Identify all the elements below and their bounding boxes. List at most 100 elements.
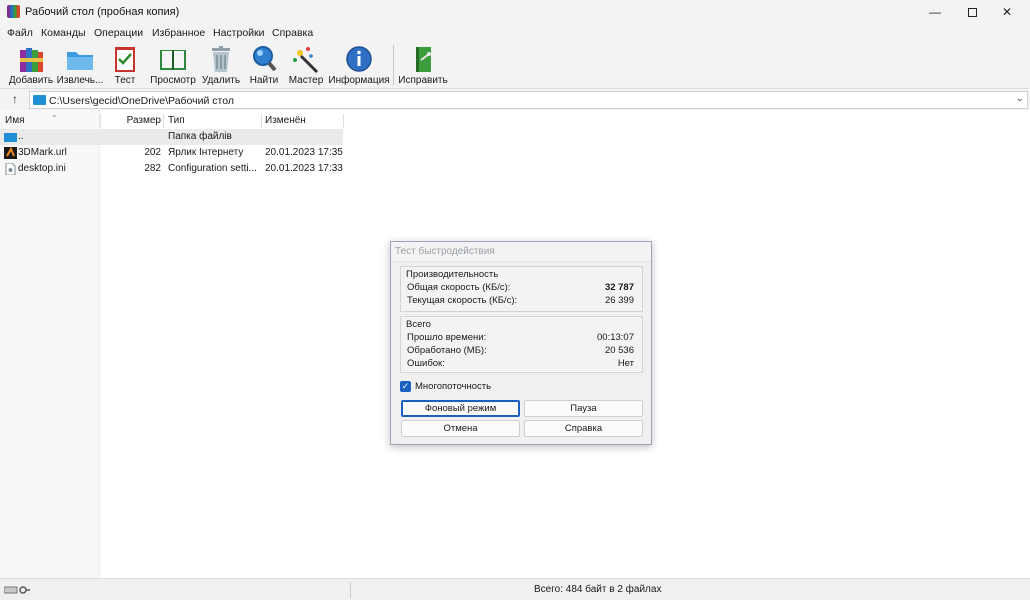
multithread-label: Многопоточность [415, 381, 492, 392]
sort-up-icon: ⌃ [51, 114, 58, 123]
column-header-name[interactable]: Имя ⌃ [5, 112, 99, 130]
close-button[interactable]: ✕ [984, 0, 1030, 24]
chevron-down-icon[interactable]: ⌄ [1016, 93, 1024, 104]
background-mode-button[interactable]: Фоновый режим [401, 400, 520, 417]
elapsed-value: 00:13:07 [597, 332, 634, 343]
test-label: Тест [114, 75, 136, 86]
elapsed-row: Прошло времени: 00:13:07 [407, 332, 640, 345]
overall-speed-value: 32 787 [604, 282, 634, 293]
status-bar: Всего: 484 байт в 2 файлах [0, 578, 1030, 600]
extract-label: Извлечь... [56, 75, 104, 86]
errors-label: Ошибок: [407, 358, 445, 369]
dialog-title: Тест быстродействия [395, 246, 495, 257]
help-button[interactable]: Справка [524, 420, 643, 437]
file-size: 282 [144, 163, 161, 174]
settings-file-icon [5, 163, 16, 175]
menu-bar: Файл Команды Операции Избранное Настройк… [0, 24, 1030, 41]
address-bar: ↑ C:\Users\gecid\OneDrive\Рабочий стол ⌄ [0, 89, 1030, 110]
find-label: Найти [249, 75, 279, 86]
overall-speed-label: Общая скорость (КБ/с): [407, 282, 511, 293]
info-label: Информация [328, 75, 390, 86]
delete-label: Удалить [201, 75, 241, 86]
file-type: Папка файлів [168, 131, 232, 142]
file-modified: 20.01.2023 17:35 [265, 147, 343, 158]
title-bar: Рабочий стол (пробная копия) — ✕ [0, 0, 1030, 24]
menu-commands[interactable]: Команды [41, 27, 86, 39]
up-folder-button[interactable]: ↑ [6, 91, 24, 108]
books-stack-icon [20, 48, 43, 72]
delete-button[interactable]: Удалить [202, 41, 240, 89]
column-divider[interactable] [261, 114, 262, 128]
processed-row: Обработано (МБ): 20 536 [407, 345, 640, 358]
column-header-modified[interactable]: Изменён [265, 112, 345, 130]
test-button[interactable]: Тест [108, 41, 142, 89]
current-speed-value: 26 399 [604, 295, 634, 306]
file-row-3dmark[interactable]: 3DMark.url 202 Ярлик Інтернету 20.01.202… [0, 145, 343, 161]
column-name-label: Имя [5, 115, 25, 126]
elapsed-label: Прошло времени: [407, 332, 487, 343]
folder-icon [67, 52, 93, 70]
status-total: Всего: 484 байт в 2 файлах [534, 584, 662, 595]
file-size: 202 [144, 147, 161, 158]
overall-speed-row: Общая скорость (КБ/с): 32 787 [407, 282, 640, 295]
file-type: Ярлик Інтернету [168, 147, 244, 158]
menu-settings[interactable]: Настройки [213, 27, 265, 39]
menu-operations[interactable]: Операции [94, 27, 143, 39]
current-speed-row: Текущая скорость (КБ/с): 26 399 [407, 295, 640, 308]
pause-button[interactable]: Пауза [524, 400, 643, 417]
benchmark-dialog: Тест быстродействия Производительность О… [390, 241, 652, 445]
add-label: Добавить [8, 75, 54, 86]
errors-value: Нет [617, 358, 634, 369]
processed-value: 20 536 [604, 345, 634, 356]
find-button[interactable]: Найти [247, 41, 281, 89]
totals-title: Всего [406, 319, 431, 330]
menu-file[interactable]: Файл [7, 27, 33, 39]
file-name: desktop.ini [18, 163, 66, 174]
window-title: Рабочий стол (пробная копия) [25, 6, 180, 18]
multithread-checkbox[interactable]: ✓ [400, 381, 411, 392]
trash-can-icon [212, 46, 230, 72]
folder-icon [33, 95, 46, 105]
toolbar: Добавить Извлечь... Тест Просмотр Удалит… [0, 41, 1030, 89]
column-divider[interactable] [343, 114, 344, 128]
repair-book-icon [416, 47, 431, 72]
current-speed-label: Текущая скорость (КБ/с): [407, 295, 518, 306]
file-row-desktop-ini[interactable]: desktop.ini 282 Configuration setti... 2… [0, 161, 343, 177]
wizard-button[interactable]: Мастер [288, 41, 324, 89]
path-field[interactable]: C:\Users\gecid\OneDrive\Рабочий стол ⌄ [29, 91, 1028, 109]
column-header-size[interactable]: Размер [100, 112, 161, 130]
dialog-title-bar[interactable]: Тест быстродействия [391, 242, 651, 262]
extract-button[interactable]: Извлечь... [57, 41, 103, 89]
view-label: Просмотр [150, 75, 196, 86]
parent-folder-icon [4, 133, 17, 142]
repair-button[interactable]: Исправить [398, 41, 448, 89]
column-header-type[interactable]: Тип [168, 112, 258, 130]
path-text: C:\Users\gecid\OneDrive\Рабочий стол [49, 95, 234, 107]
file-name: 3DMark.url [18, 147, 67, 158]
3dmark-icon [4, 147, 17, 159]
info-button[interactable]: Информация [328, 41, 390, 89]
open-book-icon [160, 50, 186, 70]
view-button[interactable]: Просмотр [150, 41, 196, 89]
drive-key-icon [4, 586, 30, 594]
file-type: Configuration setti... [168, 163, 257, 174]
add-button[interactable]: Добавить [9, 41, 53, 89]
totals-group: Всего Прошло времени: 00:13:07 Обработан… [400, 316, 643, 373]
status-divider [350, 582, 351, 598]
menu-favorites[interactable]: Избранное [152, 27, 205, 39]
maximize-icon [967, 8, 977, 18]
magnifier-icon [253, 46, 277, 72]
menu-help[interactable]: Справка [272, 27, 313, 39]
file-name: .. [18, 131, 24, 142]
magic-wand-icon [293, 47, 319, 74]
info-icon [346, 46, 372, 72]
winrar-app-icon [7, 5, 20, 18]
wizard-label: Мастер [288, 75, 324, 86]
repair-label: Исправить [398, 75, 448, 86]
file-row-parent[interactable]: .. Папка файлів [0, 129, 343, 145]
cancel-button[interactable]: Отмена [401, 420, 520, 437]
column-divider[interactable] [163, 114, 164, 128]
processed-label: Обработано (МБ): [407, 345, 487, 356]
file-modified: 20.01.2023 17:33 [265, 163, 343, 174]
performance-group: Производительность Общая скорость (КБ/с)… [400, 266, 643, 312]
